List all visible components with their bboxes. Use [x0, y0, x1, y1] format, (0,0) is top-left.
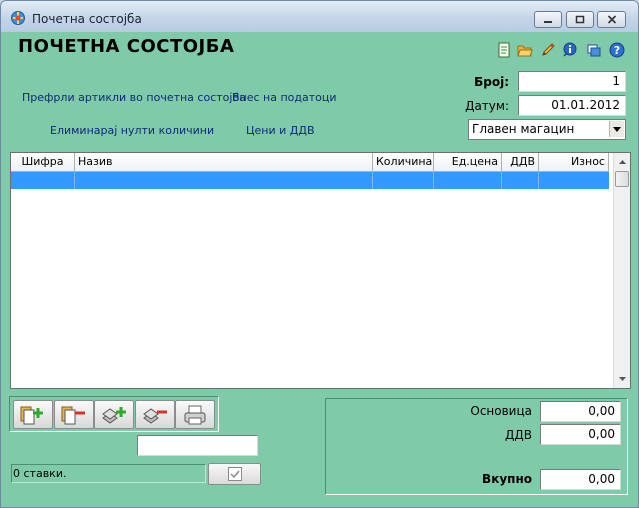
- scroll-thumb[interactable]: [615, 171, 629, 187]
- col-header-quantity[interactable]: Количина: [373, 153, 434, 172]
- vertical-scrollbar[interactable]: [613, 153, 630, 388]
- base-label: Основица: [470, 404, 532, 418]
- status-bar: 0 ставки.: [11, 464, 206, 483]
- warehouse-select[interactable]: Главен магацин: [468, 119, 626, 140]
- number-field[interactable]: 1: [518, 71, 626, 92]
- print-icon: [184, 405, 206, 424]
- items-table[interactable]: Шифра Назив Количина Ед.цена ДДВ Износ: [10, 152, 631, 389]
- chevron-down-icon: [613, 126, 621, 132]
- vat-total-label: ДДВ: [505, 428, 532, 442]
- table-cell: [373, 172, 434, 189]
- remove-item-icon: [61, 406, 85, 424]
- add-item-icon: [20, 406, 43, 424]
- date-field[interactable]: 01.01.2012: [518, 95, 626, 116]
- chevron-up-icon: [619, 160, 626, 164]
- app-icon: [11, 11, 25, 25]
- table-row-selected[interactable]: [11, 172, 609, 189]
- title-bar[interactable]: Почетна состојба: [1, 1, 638, 32]
- enter-data-link[interactable]: Внес на податоци: [232, 91, 337, 104]
- prices-vat-link[interactable]: Цени и ДДВ: [246, 124, 315, 137]
- remove-stack-icon: [143, 407, 167, 424]
- form-body: ПОЧЕТНА СОСТОЈБА ? Префрли артикли во по…: [7, 32, 632, 503]
- print-button[interactable]: [175, 400, 215, 429]
- remove-item-button[interactable]: [54, 400, 94, 429]
- windows-icon[interactable]: [585, 41, 603, 59]
- app-window: Почетна состојба ПОЧЕТНА СОСТОЈБА ? Преф…: [0, 0, 639, 508]
- number-label: Број:: [474, 75, 509, 89]
- table-cell: [539, 172, 609, 189]
- help-icon[interactable]: ?: [608, 41, 626, 59]
- maximize-button[interactable]: [566, 11, 594, 28]
- svg-text:?: ?: [614, 44, 620, 57]
- close-button[interactable]: [597, 11, 626, 28]
- folder-open-icon[interactable]: [516, 41, 534, 59]
- table-cell: [75, 172, 373, 189]
- filter-input[interactable]: [137, 435, 258, 456]
- checkbox-icon: [227, 467, 242, 481]
- base-amount-field: 0,00: [540, 401, 621, 422]
- col-header-unit-price[interactable]: Ед.цена: [434, 153, 502, 172]
- table-header: Шифра Назив Количина Ед.цена ДДВ Износ: [11, 153, 609, 172]
- scroll-down-button[interactable]: [617, 373, 628, 385]
- table-cell: [502, 172, 539, 189]
- minimize-button[interactable]: [534, 11, 562, 28]
- col-header-name[interactable]: Назив: [75, 153, 373, 172]
- col-header-vat[interactable]: ДДВ: [502, 153, 539, 172]
- vat-amount-field: 0,00: [540, 424, 621, 445]
- add-stack-button[interactable]: [94, 400, 134, 429]
- pencil-icon[interactable]: [539, 41, 557, 59]
- page-heading: ПОЧЕТНА СОСТОЈБА: [18, 36, 235, 57]
- window-title: Почетна состојба: [32, 12, 142, 26]
- add-item-button[interactable]: [13, 400, 53, 429]
- table-cell: [434, 172, 502, 189]
- remove-zero-quantities-link[interactable]: Елиминарај нулти количини: [50, 124, 214, 137]
- col-header-amount[interactable]: Износ: [539, 153, 609, 172]
- confirm-button[interactable]: [208, 463, 261, 485]
- transfer-items-link[interactable]: Префрли артикли во почетна состојба: [22, 91, 246, 104]
- document-icon[interactable]: [495, 41, 513, 59]
- close-icon: [607, 15, 616, 24]
- info-help-icon[interactable]: [561, 41, 579, 59]
- table-cell: [11, 172, 75, 189]
- col-header-code[interactable]: Шифра: [11, 153, 75, 172]
- date-label: Датум:: [465, 99, 509, 113]
- add-stack-icon: [102, 406, 126, 424]
- maximize-icon: [575, 15, 585, 24]
- dropdown-button[interactable]: [609, 121, 624, 137]
- scroll-up-button[interactable]: [617, 156, 628, 168]
- remove-stack-button[interactable]: [135, 400, 175, 429]
- minimize-icon: [544, 20, 552, 23]
- grand-total-label: Вкупно: [482, 472, 532, 486]
- chevron-down-icon: [619, 377, 626, 381]
- warehouse-value: Главен магацин: [472, 122, 575, 136]
- grand-total-field: 0,00: [540, 469, 621, 490]
